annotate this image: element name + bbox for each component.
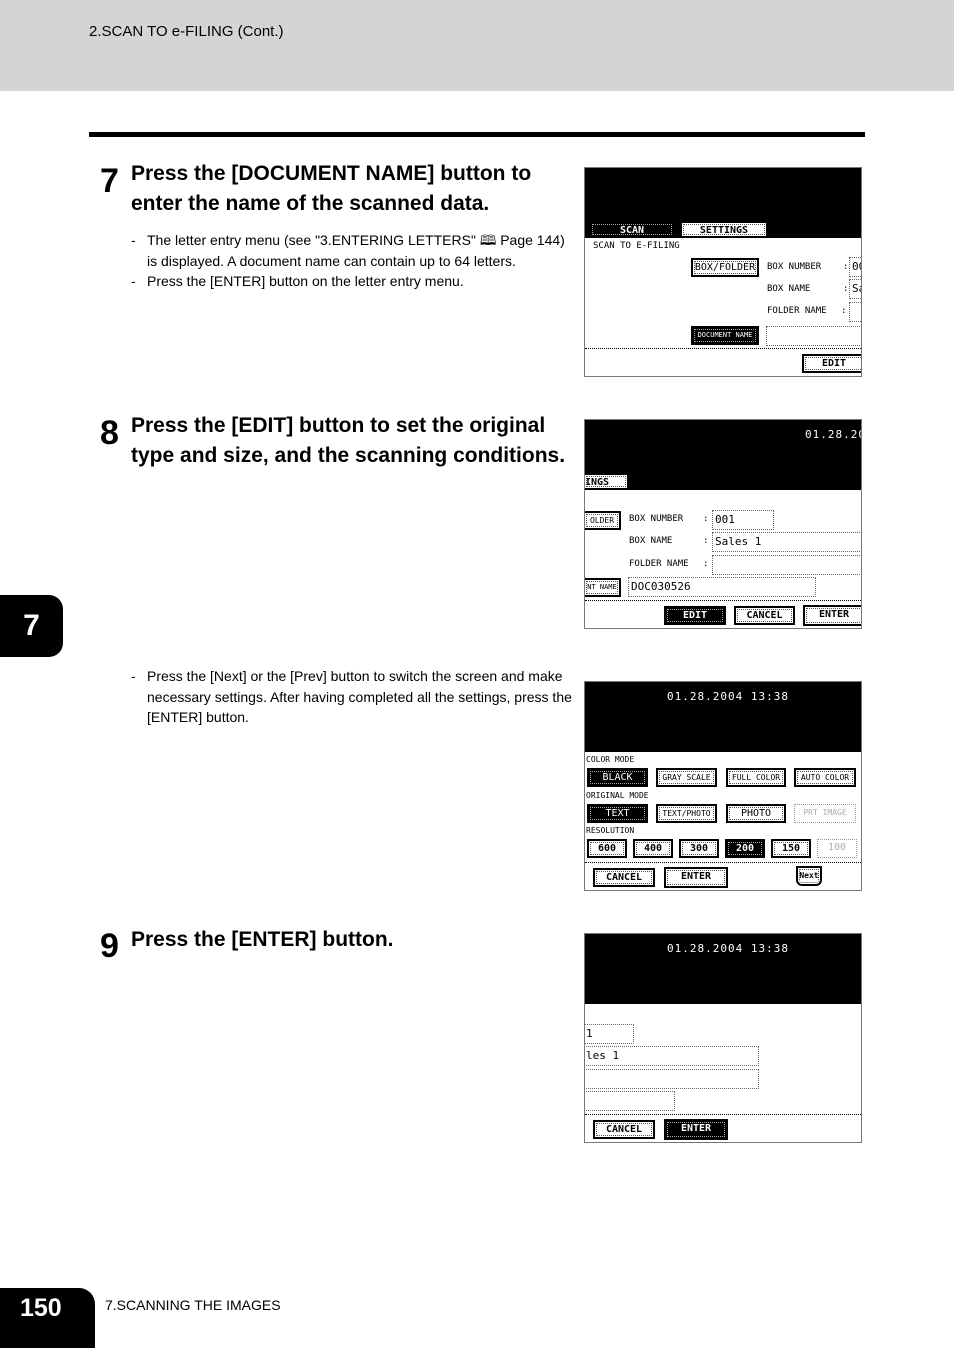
document-name-field[interactable]: DOC030526 — [628, 577, 816, 597]
tab-scan[interactable]: SCAN — [589, 221, 675, 238]
folder-name-field — [712, 555, 861, 575]
date-time: 01.28.20 — [805, 428, 862, 441]
box-number-field: 00 — [849, 257, 861, 277]
colon: : — [843, 284, 849, 294]
edit-button[interactable]: EDIT — [664, 606, 726, 625]
footer-section: 7.SCANNING THE IMAGES — [105, 1297, 281, 1313]
resolution-100-button: 100 — [817, 839, 857, 858]
page-number: 150 — [0, 1288, 95, 1348]
box-name-label: BOX NAME — [629, 536, 673, 546]
divider — [89, 132, 865, 137]
color-auto-color-button[interactable]: AUTO COLOR — [794, 768, 856, 787]
step-notes: - Press the [Next] or the [Prev] button t… — [131, 668, 572, 725]
enter-button[interactable]: ENTER — [664, 867, 728, 888]
colon: : — [841, 306, 847, 316]
cancel-button[interactable]: CANCEL — [734, 606, 795, 625]
screen-document-name-entered: 01.28.20 INGS OLDER BOX NUMBER : 001 BOX… — [584, 419, 862, 629]
colon: : — [703, 536, 709, 546]
folder-name-label: FOLDER NAME — [629, 559, 689, 569]
box-folder-button[interactable]: BOX/FOLDER — [691, 258, 759, 277]
divider — [585, 348, 861, 349]
folder-name-field — [585, 1069, 759, 1089]
divider — [585, 862, 861, 863]
step-number: 9 — [100, 927, 119, 965]
document-name-button[interactable]: NT NAME — [585, 578, 621, 597]
box-name-field: Sales 1 — [712, 532, 861, 552]
original-mode-label: ORIGINAL MODE — [586, 791, 649, 800]
cancel-button[interactable]: CANCEL — [593, 868, 655, 887]
divider — [585, 1114, 861, 1115]
edit-button[interactable]: EDIT — [802, 354, 861, 373]
screen-heading: SCAN TO E-FILING — [593, 241, 680, 251]
header-title: 2.SCAN TO e-FILING (Cont.) — [89, 23, 284, 40]
resolution-400-button[interactable]: 400 — [633, 839, 673, 858]
folder-name-field — [849, 302, 861, 322]
resolution-600-button[interactable]: 600 — [587, 839, 627, 858]
box-name-field: Sa — [849, 279, 861, 299]
box-number-label: BOX NUMBER — [629, 514, 684, 524]
note: The letter entry menu (see "3.ENTERING L… — [147, 232, 565, 269]
date-time: 01.28.2004 13:38 — [667, 690, 789, 703]
divider — [585, 600, 861, 601]
box-folder-button[interactable]: OLDER — [585, 511, 621, 530]
resolution-label: RESOLUTION — [586, 826, 635, 835]
box-number-field: 1 — [585, 1024, 634, 1044]
color-mode-label: COLOR MODE — [586, 755, 635, 764]
step-notes: - The letter entry menu (see "3.ENTERING … — [131, 232, 565, 289]
resolution-300-button[interactable]: 300 — [679, 839, 719, 858]
step-title: Press the [ENTER] button. — [131, 928, 394, 951]
original-text-button[interactable]: TEXT — [587, 804, 648, 823]
document-name-button[interactable]: DOCUMENT NAME — [691, 326, 759, 345]
colon: : — [843, 262, 849, 272]
note: Press the [ENTER] button on the letter e… — [147, 273, 464, 289]
original-printed-image-button: PRT IMAGE — [794, 804, 856, 823]
cancel-button[interactable]: CANCEL — [593, 1120, 655, 1139]
chapter-tab: 7 — [0, 595, 63, 657]
screen-document-name-entry: 01.28.2004 13:38 1 les 1 CANCEL ENTER — [584, 933, 862, 1143]
note: Press the [Next] or the [Prev] button to… — [147, 668, 572, 725]
color-full-color-button[interactable]: FULL COLOR — [726, 768, 786, 787]
color-gray-scale-button[interactable]: GRAY SCALE — [656, 768, 717, 787]
next-button[interactable]: Next — [796, 866, 822, 886]
step-number: 7 — [100, 162, 119, 200]
folder-name-label: FOLDER NAME — [767, 306, 827, 316]
box-name-field: les 1 — [585, 1046, 759, 1066]
original-photo-button[interactable]: PHOTO — [726, 804, 786, 823]
color-black-button[interactable]: BLACK — [587, 768, 648, 787]
step-title: Press the [EDIT] button to set the origi… — [131, 414, 566, 467]
page-header: 2.SCAN TO e-FILING (Cont.) — [0, 0, 954, 91]
tab-settings[interactable]: INGS — [585, 473, 629, 490]
colon: : — [703, 559, 709, 569]
tab-settings[interactable]: SETTINGS — [680, 221, 768, 238]
resolution-150-button[interactable]: 150 — [771, 839, 811, 858]
box-name-label: BOX NAME — [767, 284, 811, 294]
colon: : — [703, 514, 709, 524]
box-number-field: 001 — [712, 510, 774, 530]
box-number-label: BOX NUMBER — [767, 262, 822, 272]
screen-scan-settings: 01.28.2004 13:38 COLOR MODE BLACK GRAY S… — [584, 681, 862, 891]
date-time: 01.28.2004 13:38 — [667, 942, 789, 955]
original-text-photo-button[interactable]: TEXT/PHOTO — [656, 804, 717, 823]
resolution-200-button[interactable]: 200 — [725, 839, 765, 858]
document-name-field — [585, 1091, 675, 1111]
document-name-field — [766, 326, 861, 346]
step-number: 8 — [100, 414, 119, 452]
enter-button[interactable]: ENTER — [803, 605, 861, 626]
step-title: Press the [DOCUMENT NAME] button to ente… — [131, 162, 532, 215]
enter-button[interactable]: ENTER — [664, 1119, 728, 1140]
screen-scan-to-efiling: SCAN SETTINGS SCAN TO E-FILING BOX/FOLDE… — [584, 167, 862, 377]
